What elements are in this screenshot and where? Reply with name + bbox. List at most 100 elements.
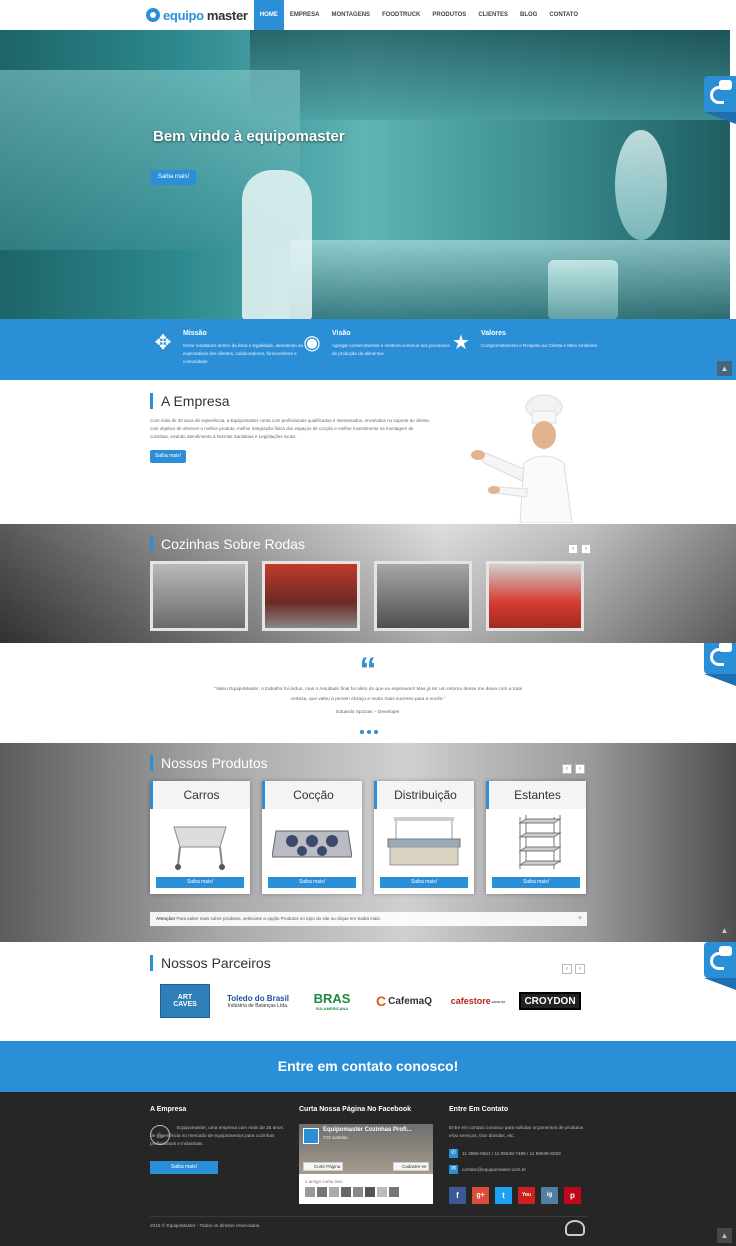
chat-icon <box>719 946 732 956</box>
dot[interactable] <box>367 730 371 734</box>
rodas-prev-button[interactable]: ‹ <box>568 544 578 554</box>
quote-icon: “ <box>359 651 377 689</box>
footer-empresa-title: A Empresa <box>150 1106 187 1113</box>
scroll-top-button[interactable]: ▲ <box>717 361 732 376</box>
product-title: Cocção <box>262 781 362 809</box>
instagram-icon[interactable]: ig <box>541 1187 558 1204</box>
missao-title: Missão <box>183 330 207 337</box>
product-button[interactable]: Saiba mais! <box>156 877 244 888</box>
youtube-icon[interactable]: You <box>518 1187 535 1204</box>
product-card-distribuicao[interactable]: Distribuição Saiba mais! <box>374 781 474 894</box>
rodas-next-button[interactable]: › <box>581 544 591 554</box>
nav-clientes[interactable]: CLIENTES <box>472 0 514 30</box>
main-nav: HOME EMPRESA MONTAGENS FOODTRUCK PRODUTO… <box>253 0 584 30</box>
hero-button[interactable]: Saiba mais! <box>151 170 196 185</box>
scroll-top-button[interactable]: ▲ <box>717 1228 732 1243</box>
facebook-widget[interactable]: Equipomaster Cozinhas Profi... 723 curti… <box>299 1124 433 1204</box>
partner-name: CafemaQ <box>388 995 433 1007</box>
testimonial-author: Eduardo Spizzas – Developer <box>336 710 400 715</box>
nav-foodtruck[interactable]: FOODTRUCK <box>376 0 426 30</box>
produtos-note: Atenção! Para saber mais sobre produtos,… <box>150 912 587 926</box>
product-button[interactable]: Saiba mais! <box>380 877 468 888</box>
hero-hood-image <box>250 30 730 120</box>
nav-produtos[interactable]: PRODUTOS <box>426 0 472 30</box>
hero-banner <box>0 30 730 319</box>
product-button[interactable]: Saiba mais! <box>268 877 356 888</box>
hero-pan-image <box>615 130 667 240</box>
cart-image <box>173 826 227 870</box>
footer-phone: 11 3865-9551 / 11 99638-7498 / 11 99638-… <box>462 1151 561 1156</box>
twitter-icon[interactable]: t <box>495 1187 512 1204</box>
scroll-top-button[interactable]: ▲ <box>717 923 732 938</box>
buffet-image <box>387 817 461 866</box>
produtos-prev-button[interactable]: ‹ <box>562 764 572 774</box>
phone-icon: ✆ <box>449 1149 458 1158</box>
nav-montagens[interactable]: MONTAGENS <box>326 0 377 30</box>
empresa-title: A Empresa <box>150 393 229 409</box>
product-card-coccao[interactable]: Cocção Saiba mais! <box>262 781 362 894</box>
fb-like-button[interactable]: Curtir Página <box>303 1162 343 1171</box>
rodas-thumb[interactable] <box>150 561 248 631</box>
rodas-thumb[interactable] <box>374 561 472 631</box>
product-card-carros[interactable]: Carros Saiba mais! <box>150 781 250 894</box>
logo-text-2: master <box>206 7 248 23</box>
footer-empresa-button[interactable]: Saiba mais! <box>150 1161 218 1174</box>
partner-sub: Indústria de Balanças Ltda. <box>227 1002 289 1009</box>
fb-share-button[interactable]: Cadastre-se <box>393 1162 429 1171</box>
email-icon: ✉ <box>449 1165 458 1174</box>
developer-logo-icon[interactable] <box>565 1220 585 1236</box>
dot[interactable] <box>374 730 378 734</box>
partner-logo-toledo[interactable]: Toledo do Brasil Indústria de Balanças Lt… <box>224 984 292 1018</box>
empresa-button[interactable]: Saiba mais! <box>150 450 186 463</box>
facebook-icon[interactable]: f <box>449 1187 466 1204</box>
product-card-estantes[interactable]: Estantes Saiba mais! <box>486 781 586 894</box>
copyright: 2015 © EquipoMaster - Todos os direitos … <box>150 1223 261 1228</box>
dot[interactable] <box>360 730 364 734</box>
fb-page-name: Equipomaster Cozinhas Profi... <box>323 1127 412 1133</box>
eye-icon: ◉ <box>303 332 321 354</box>
valores-title: Valores <box>481 330 506 337</box>
chat-icon <box>719 642 732 652</box>
fb-likes: 723 curtidas <box>323 1135 348 1140</box>
facebook-avatar <box>303 1128 319 1144</box>
product-title: Distribuição <box>374 781 474 809</box>
product-title: Estantes <box>486 781 586 809</box>
product-title: Carros <box>150 781 250 809</box>
phone-widget[interactable] <box>704 638 736 686</box>
target-icon: ✥ <box>154 332 172 354</box>
shelf-image <box>518 815 562 869</box>
nav-empresa[interactable]: EMPRESA <box>284 0 326 30</box>
produtos-next-button[interactable]: › <box>575 764 585 774</box>
footer-contato-title: Entre Em Contato <box>449 1106 509 1113</box>
phone-widget[interactable] <box>704 942 736 990</box>
fb-friends-avatars <box>305 1187 399 1197</box>
partner-logo-croydon[interactable]: CROYDON <box>519 992 581 1010</box>
pinterest-icon[interactable]: p <box>564 1187 581 1204</box>
rodas-thumb[interactable] <box>486 561 584 631</box>
close-icon[interactable]: × <box>578 912 582 926</box>
nav-contato[interactable]: CONTATO <box>543 0 584 30</box>
partner-name: cafestore <box>450 996 491 1006</box>
partner-logo-cafemaq[interactable]: C CafemaQ <box>372 984 436 1018</box>
footer-divider <box>150 1216 587 1217</box>
footer-email[interactable]: contato@equipomaster.com.br <box>462 1166 526 1174</box>
partner-name: ART <box>177 994 193 1001</box>
logo[interactable]: equipo master <box>146 6 248 24</box>
product-button[interactable]: Saiba mais! <box>492 877 580 888</box>
rodas-thumb[interactable] <box>262 561 360 631</box>
partner-logo-bras[interactable]: BRAS SULAMERICANA <box>303 984 361 1018</box>
nav-blog[interactable]: BLOG <box>514 0 543 30</box>
hero-pot-image <box>548 260 618 319</box>
phone-widget[interactable] <box>704 76 736 124</box>
parceiros-title: Nossos Parceiros <box>150 955 271 971</box>
contact-cta[interactable]: Entre em contato conosco! <box>0 1041 736 1092</box>
parceiros-prev-button[interactable]: ‹ <box>562 964 572 974</box>
google-plus-icon[interactable]: g+ <box>472 1187 489 1204</box>
partner-name: Toledo do Brasil <box>226 993 290 1003</box>
partner-logo-cafestore[interactable]: cafestore .com.br <box>445 984 511 1018</box>
nav-home[interactable]: HOME <box>253 0 284 30</box>
parceiros-next-button[interactable]: › <box>575 964 585 974</box>
logo-icon <box>146 8 160 22</box>
testimonial-dots[interactable] <box>360 730 378 734</box>
partner-logo-artcaves[interactable]: ART CAVES <box>160 984 210 1018</box>
